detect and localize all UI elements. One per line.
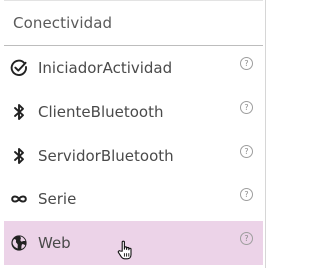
- scrollbar-track[interactable]: [263, 0, 269, 268]
- category-title: Conectividad: [13, 14, 113, 32]
- bluetooth-icon: [9, 102, 29, 122]
- globe-icon: [9, 233, 29, 253]
- palette-item-label: IniciadorActividad: [38, 59, 173, 77]
- palette-item-label: Web: [38, 234, 71, 252]
- check-circle-icon: [9, 58, 29, 78]
- palette-item-label: ClienteBluetooth: [38, 103, 164, 121]
- bluetooth-icon: [9, 146, 29, 166]
- palette-item-bluetooth-server[interactable]: ServidorBluetooth ?: [4, 134, 263, 178]
- help-icon[interactable]: ?: [240, 145, 253, 158]
- help-icon[interactable]: ?: [240, 101, 253, 114]
- component-palette-panel: Conectividad IniciadorActividad ? Client…: [0, 0, 264, 268]
- scrollbar-line: [265, 0, 266, 268]
- help-icon[interactable]: ?: [240, 188, 253, 201]
- category-header-connectivity[interactable]: Conectividad: [4, 1, 263, 46]
- hand-pointer-cursor-icon: [116, 239, 136, 261]
- palette-item-label: Serie: [38, 190, 77, 208]
- palette-item-bluetooth-client[interactable]: ClienteBluetooth ?: [4, 90, 263, 134]
- palette-item-activity-starter[interactable]: IniciadorActividad ?: [4, 46, 263, 90]
- help-icon[interactable]: ?: [240, 232, 253, 245]
- palette-item-serial[interactable]: Serie ?: [4, 177, 263, 221]
- infinity-icon: [9, 189, 29, 209]
- help-icon[interactable]: ?: [240, 57, 253, 70]
- palette-item-label: ServidorBluetooth: [38, 147, 174, 165]
